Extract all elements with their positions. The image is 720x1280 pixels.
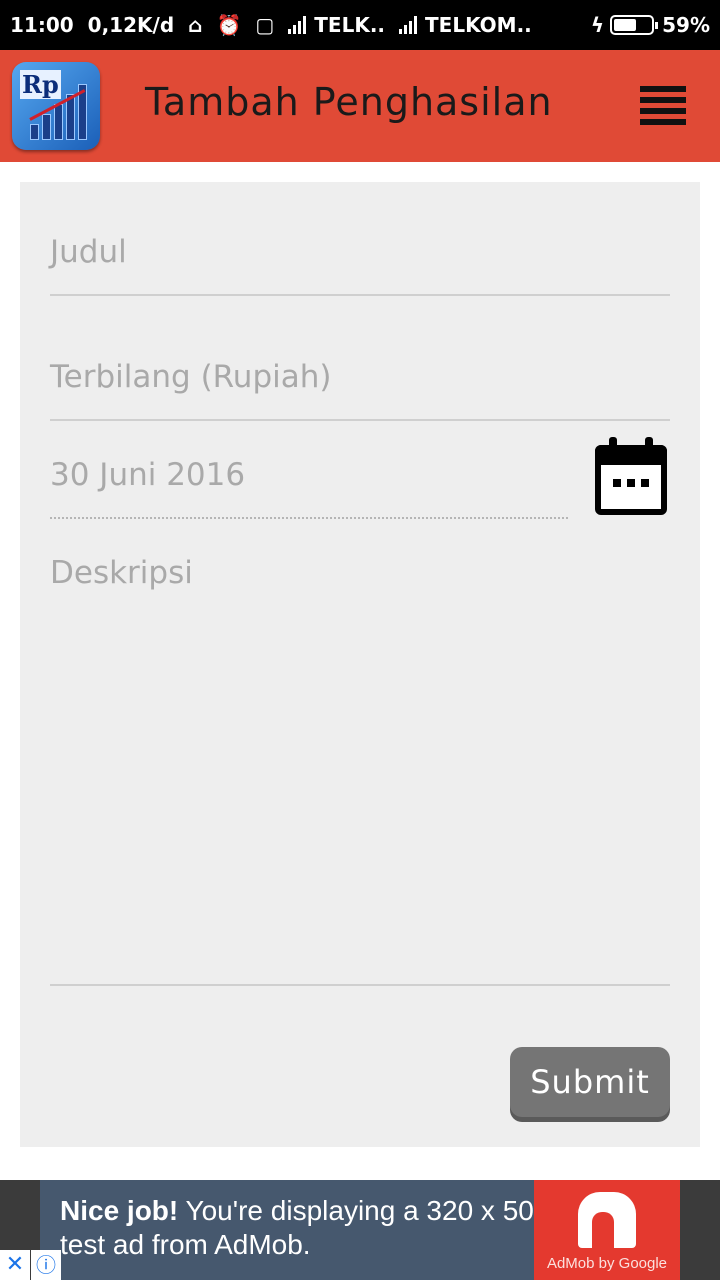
admob-logo-icon: AdMob by Google	[534, 1180, 680, 1280]
usb-icon: ▢	[255, 13, 275, 37]
status-time: 11:00	[10, 13, 74, 37]
ad-close-icon[interactable]: ✕	[0, 1250, 30, 1280]
hamburger-menu-icon[interactable]	[640, 86, 686, 126]
status-carrier-2: TELKOM..	[425, 13, 532, 37]
ad-banner-container: Nice job! You're displaying a 320 x 50 t…	[0, 1180, 720, 1280]
status-net-speed: 0,12K/d	[87, 13, 175, 37]
ad-banner[interactable]: Nice job! You're displaying a 320 x 50 t…	[40, 1180, 680, 1280]
alarm-icon: ⏰	[216, 13, 242, 37]
battery-icon	[610, 15, 659, 35]
judul-input[interactable]: Judul	[50, 234, 670, 296]
calendar-icon[interactable]	[595, 437, 667, 515]
date-value: 30 Juni 2016	[50, 457, 246, 493]
terbilang-placeholder: Terbilang (Rupiah)	[50, 359, 332, 395]
ad-brand: AdMob by Google	[546, 1255, 668, 1272]
app-logo-icon: Rp	[12, 62, 100, 150]
app-bar: Rp Tambah Penghasilan	[0, 50, 720, 162]
terbilang-input[interactable]: Terbilang (Rupiah)	[50, 359, 670, 421]
status-bar: 11:00 0,12K/d ⌂ ⏰ ▢ TELK.. TELKOM.. ϟ 59…	[0, 0, 720, 50]
deskripsi-placeholder: Deskripsi	[50, 555, 193, 591]
ad-headline: Nice job!	[60, 1195, 179, 1226]
signal-icon	[288, 16, 308, 34]
submit-button[interactable]: Submit	[510, 1047, 670, 1117]
date-field[interactable]: 30 Juni 2016	[50, 457, 568, 519]
signal-icon	[399, 16, 419, 34]
status-battery: 59%	[662, 13, 710, 37]
admob-mark	[578, 1192, 636, 1248]
ad-info-icon[interactable]: ⓘ	[31, 1250, 61, 1280]
deskripsi-textarea[interactable]: Deskripsi	[50, 555, 670, 986]
charging-icon: ϟ	[590, 13, 605, 37]
ad-text: Nice job! You're displaying a 320 x 50 t…	[60, 1194, 535, 1262]
status-carrier-1: TELK..	[314, 13, 386, 37]
notification-icon: ⌂	[188, 13, 203, 37]
income-form: Judul Terbilang (Rupiah) 30 Juni 2016 De…	[20, 182, 700, 1147]
judul-placeholder: Judul	[50, 234, 127, 270]
page-title: Tambah Penghasilan	[145, 80, 553, 124]
